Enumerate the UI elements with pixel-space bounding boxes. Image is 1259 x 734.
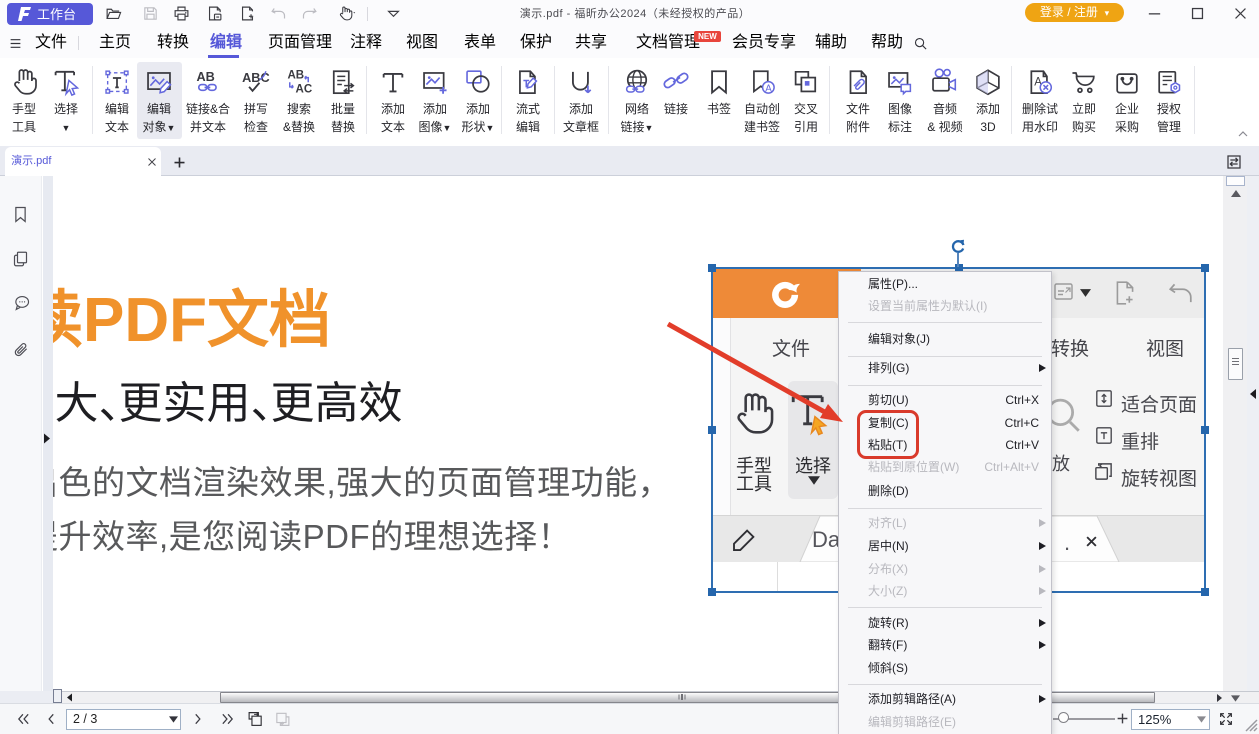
- svg-text:A: A: [765, 83, 772, 94]
- svg-text:工作台: 工作台: [37, 7, 76, 22]
- svg-text:AB: AB: [196, 70, 214, 84]
- svg-text:AC: AC: [296, 84, 313, 96]
- svg-text:AB: AB: [287, 70, 304, 82]
